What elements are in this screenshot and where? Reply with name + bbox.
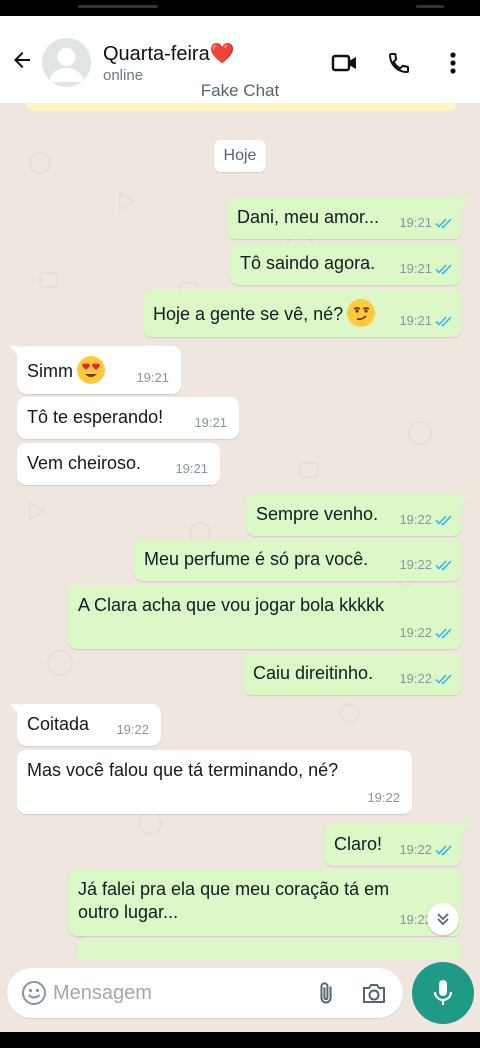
- message-outgoing[interactable]: Sempre venho. 19:22: [246, 494, 470, 536]
- message-meta: 19:21: [399, 211, 453, 234]
- message-meta: 19:22: [399, 553, 453, 576]
- message-text: Tô te esperando!: [27, 407, 164, 427]
- message-time: 19:21: [399, 313, 432, 328]
- message-meta: 19:22: [399, 621, 453, 644]
- encryption-notice-edge: [26, 103, 456, 111]
- message-time: 19:22: [399, 671, 432, 686]
- message-text: Meu perfume é só pra você.: [144, 549, 369, 569]
- message-text: Já falei pra ela que meu coração tá em o…: [78, 879, 390, 922]
- message-text: Simm: [27, 360, 73, 381]
- mic-button[interactable]: [412, 962, 474, 1024]
- message-input-container[interactable]: [7, 968, 403, 1018]
- video-call-icon[interactable]: [330, 48, 360, 78]
- message-outgoing[interactable]: Claro! 19:22: [324, 824, 470, 866]
- message-text: Dani, meu amor...: [237, 207, 380, 227]
- message-time: 19:22: [399, 512, 432, 527]
- read-ticks-icon: [435, 627, 452, 639]
- chat-header: Quarta-feira❤️ online Fake Chat: [0, 16, 480, 103]
- composer-bar: [0, 960, 480, 1032]
- avatar[interactable]: [42, 38, 91, 87]
- message-text: Tô saindo agora.: [240, 253, 376, 273]
- message-text: A Clara acha que vou jogar bola kkkkk: [78, 595, 385, 615]
- message-time: 19:22: [399, 842, 432, 857]
- message-meta: 19:22: [116, 718, 149, 741]
- date-divider: Hoje: [214, 140, 266, 172]
- message-meta: 19:22: [399, 667, 453, 690]
- chat-area[interactable]: Hoje Dani, meu amor... 19:21 Tô saindo a…: [0, 103, 480, 960]
- read-ticks-icon: [435, 844, 452, 856]
- message-input[interactable]: [53, 977, 293, 1009]
- back-arrow-icon[interactable]: [8, 46, 36, 74]
- message-incoming[interactable]: Mas você falou que tá terminando, né? 19…: [17, 750, 412, 814]
- bubble-tail: [460, 197, 470, 209]
- message-time: 19:22: [399, 557, 432, 572]
- message-meta: 19:22: [399, 508, 453, 531]
- camera-icon[interactable]: [360, 979, 388, 1007]
- message-text: Coitada: [27, 714, 90, 734]
- bubble-tail: [460, 824, 470, 836]
- read-ticks-icon: [435, 673, 452, 685]
- contact-name[interactable]: Quarta-feira❤️: [103, 41, 235, 66]
- status-bar-indicator: [78, 5, 158, 8]
- read-ticks-icon: [435, 514, 452, 526]
- phone-call-icon[interactable]: [384, 48, 414, 78]
- message-meta: 19:21: [399, 257, 453, 280]
- scroll-to-bottom-button[interactable]: [427, 903, 459, 935]
- message-outgoing-partial[interactable]: [76, 940, 462, 960]
- emoji-icon[interactable]: [20, 979, 48, 1007]
- status-bar: [0, 0, 480, 16]
- chevron-double-down-icon: [437, 913, 449, 926]
- read-ticks-icon: [435, 315, 452, 327]
- read-ticks-icon: [435, 263, 452, 275]
- smirking-face-icon: [347, 299, 376, 327]
- message-time: 19:21: [399, 215, 432, 230]
- message-outgoing[interactable]: Hoje a gente se vê, né? 19:21: [143, 289, 462, 337]
- heart-eyes-face-icon: [77, 356, 105, 384]
- message-outgoing[interactable]: Tô saindo agora. 19:21: [230, 243, 462, 285]
- message-outgoing[interactable]: Caiu direitinho. 19:22: [243, 653, 462, 695]
- status-bar-indicator: [416, 5, 444, 8]
- message-outgoing[interactable]: Dani, meu amor... 19:21: [227, 197, 470, 239]
- message-incoming[interactable]: Tô te esperando! 19:21: [17, 397, 239, 439]
- message-text: Caiu direitinho.: [253, 663, 374, 683]
- message-meta: 19:21: [175, 457, 208, 480]
- message-time: 19:22: [367, 790, 400, 805]
- message-text-wrap: Hoje a gente se vê, né?: [153, 299, 376, 329]
- message-outgoing[interactable]: Meu perfume é só pra você. 19:22: [134, 539, 462, 581]
- system-nav-bar: [0, 1032, 480, 1048]
- bubble-tail: [10, 704, 20, 716]
- message-outgoing[interactable]: A Clara acha que vou jogar bola kkkkk 19…: [68, 585, 462, 649]
- message-time: 19:22: [116, 722, 149, 737]
- message-incoming[interactable]: Simm 19:21: [10, 346, 181, 394]
- message-text: Hoje a gente se vê, né?: [153, 303, 344, 324]
- message-text: Vem cheiroso.: [27, 453, 142, 473]
- message-incoming[interactable]: Coitada 19:22: [10, 704, 161, 746]
- message-meta: 19:22: [367, 786, 400, 809]
- message-time: 19:21: [194, 415, 227, 430]
- message-meta: 19:22: [399, 838, 453, 861]
- message-text: Sempre venho.: [256, 504, 379, 524]
- bubble-tail: [460, 494, 470, 506]
- message-meta: 19:21: [399, 309, 453, 332]
- message-text: Mas você falou que tá terminando, né?: [27, 760, 339, 780]
- message-time: 19:22: [399, 625, 432, 640]
- message-time: 19:21: [136, 370, 169, 385]
- bubble-tail: [10, 346, 20, 358]
- message-time: 19:21: [399, 261, 432, 276]
- more-vertical-icon[interactable]: [438, 48, 468, 78]
- attach-icon[interactable]: [313, 979, 341, 1007]
- message-outgoing[interactable]: Já falei pra ela que meu coração tá em o…: [68, 870, 462, 936]
- read-ticks-icon: [435, 217, 452, 229]
- message-text-wrap: Simm: [27, 356, 105, 386]
- message-time: 19:21: [175, 461, 208, 476]
- mic-icon: [433, 980, 453, 1005]
- fake-chat-watermark: Fake Chat: [200, 81, 280, 100]
- read-ticks-icon: [435, 559, 452, 571]
- avatar-placeholder-icon: [49, 48, 84, 82]
- message-text: Claro!: [334, 834, 383, 854]
- message-meta: 19:21: [194, 411, 227, 434]
- message-incoming[interactable]: Vem cheiroso. 19:21: [17, 443, 220, 485]
- message-meta: 19:21: [136, 366, 169, 389]
